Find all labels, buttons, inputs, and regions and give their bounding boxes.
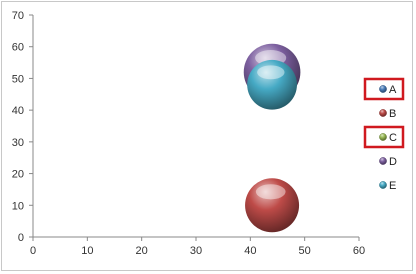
y-tick-label: 10 [12, 200, 24, 212]
bubbles [243, 43, 301, 233]
y-tick-label: 40 [12, 105, 24, 117]
legend-marker [379, 85, 387, 93]
legend-label: B [389, 108, 396, 120]
y-tick-label: 0 [18, 232, 24, 244]
y-tick-label: 20 [12, 169, 24, 181]
legend-marker [379, 157, 387, 165]
y-tick-label: 60 [12, 42, 24, 54]
x-tick-label: 10 [81, 245, 93, 257]
x-tick-label: 30 [190, 245, 202, 257]
legend-label: E [389, 180, 396, 192]
legend-label: C [389, 132, 397, 144]
chart-frame: 0 10 20 30 40 50 60 70 0 10 20 30 40 50 60 ABCDE [1, 1, 413, 271]
legend[interactable]: ABCDE [363, 77, 405, 192]
y-tick-label: 30 [12, 137, 24, 149]
legend-item-a[interactable]: A [363, 77, 405, 101]
bubble-chart: 0 10 20 30 40 50 60 70 0 10 20 30 40 50 60 ABCDE [12, 10, 405, 257]
y-tick-label: 50 [12, 73, 24, 85]
x-tick-label: 50 [299, 245, 311, 257]
legend-marker [379, 109, 387, 117]
axes: 0 10 20 30 40 50 60 70 0 10 20 30 40 50 60 [12, 10, 365, 257]
x-tick-label: 60 [353, 245, 365, 257]
legend-item-b[interactable]: B [379, 108, 396, 120]
x-tick-label: 0 [30, 245, 36, 257]
x-tick-label: 20 [136, 245, 148, 257]
bubble-b [245, 178, 300, 233]
legend-item-c[interactable]: C [363, 125, 405, 149]
x-tick-label: 40 [244, 245, 256, 257]
legend-marker [379, 181, 387, 189]
bubble-e [247, 59, 297, 110]
bubble-highlight [255, 184, 286, 200]
legend-label: D [389, 156, 397, 168]
y-tick-label: 70 [12, 10, 24, 22]
legend-item-e[interactable]: E [379, 180, 396, 192]
legend-label: A [389, 84, 397, 96]
bubble-highlight [257, 65, 285, 80]
legend-item-d[interactable]: D [379, 156, 397, 168]
legend-marker [379, 133, 387, 141]
